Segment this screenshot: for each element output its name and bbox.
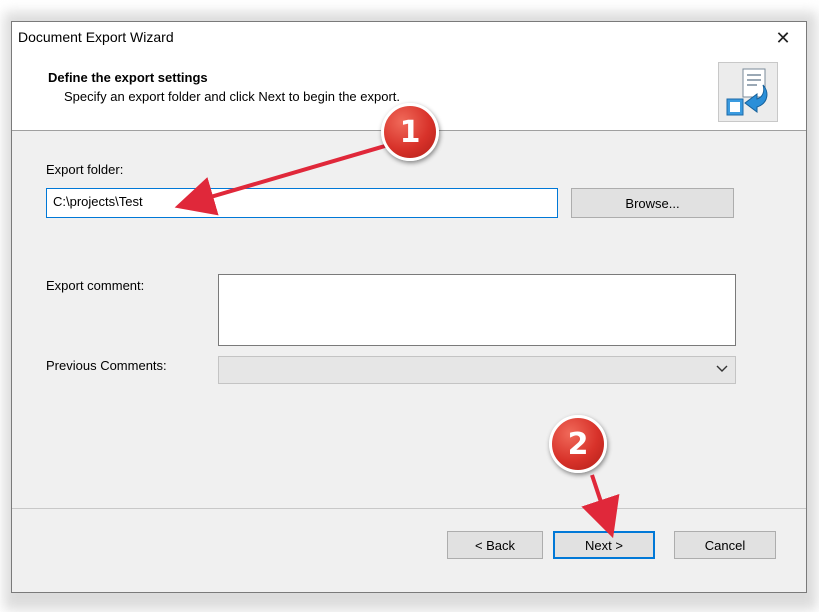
previous-comments-label: Previous Comments: <box>46 358 167 373</box>
page-title: Define the export settings <box>48 70 208 85</box>
browse-button[interactable]: Browse... <box>571 188 734 218</box>
title-bar: Document Export Wizard ✕ <box>12 22 806 54</box>
back-button[interactable]: < Back <box>447 531 543 559</box>
page-subtitle: Specify an export folder and click Next … <box>64 89 401 104</box>
close-button[interactable]: ✕ <box>760 22 806 54</box>
previous-comments-dropdown[interactable] <box>218 356 736 384</box>
export-folder-label: Export folder: <box>46 162 124 177</box>
chevron-down-icon <box>716 365 728 372</box>
annotation-badge-1: 1 <box>381 103 439 161</box>
export-wizard-icon <box>718 62 778 122</box>
next-button[interactable]: Next > <box>553 531 655 559</box>
annotation-badge-2: 2 <box>549 415 607 473</box>
export-comment-textarea[interactable] <box>218 274 736 346</box>
export-comment-label: Export comment: <box>46 278 145 293</box>
export-folder-input[interactable]: C:\projects\Test <box>46 188 558 218</box>
footer-divider <box>12 508 806 509</box>
close-icon: ✕ <box>775 27 791 48</box>
window-title: Document Export Wizard <box>18 29 174 45</box>
cancel-button[interactable]: Cancel <box>674 531 776 559</box>
